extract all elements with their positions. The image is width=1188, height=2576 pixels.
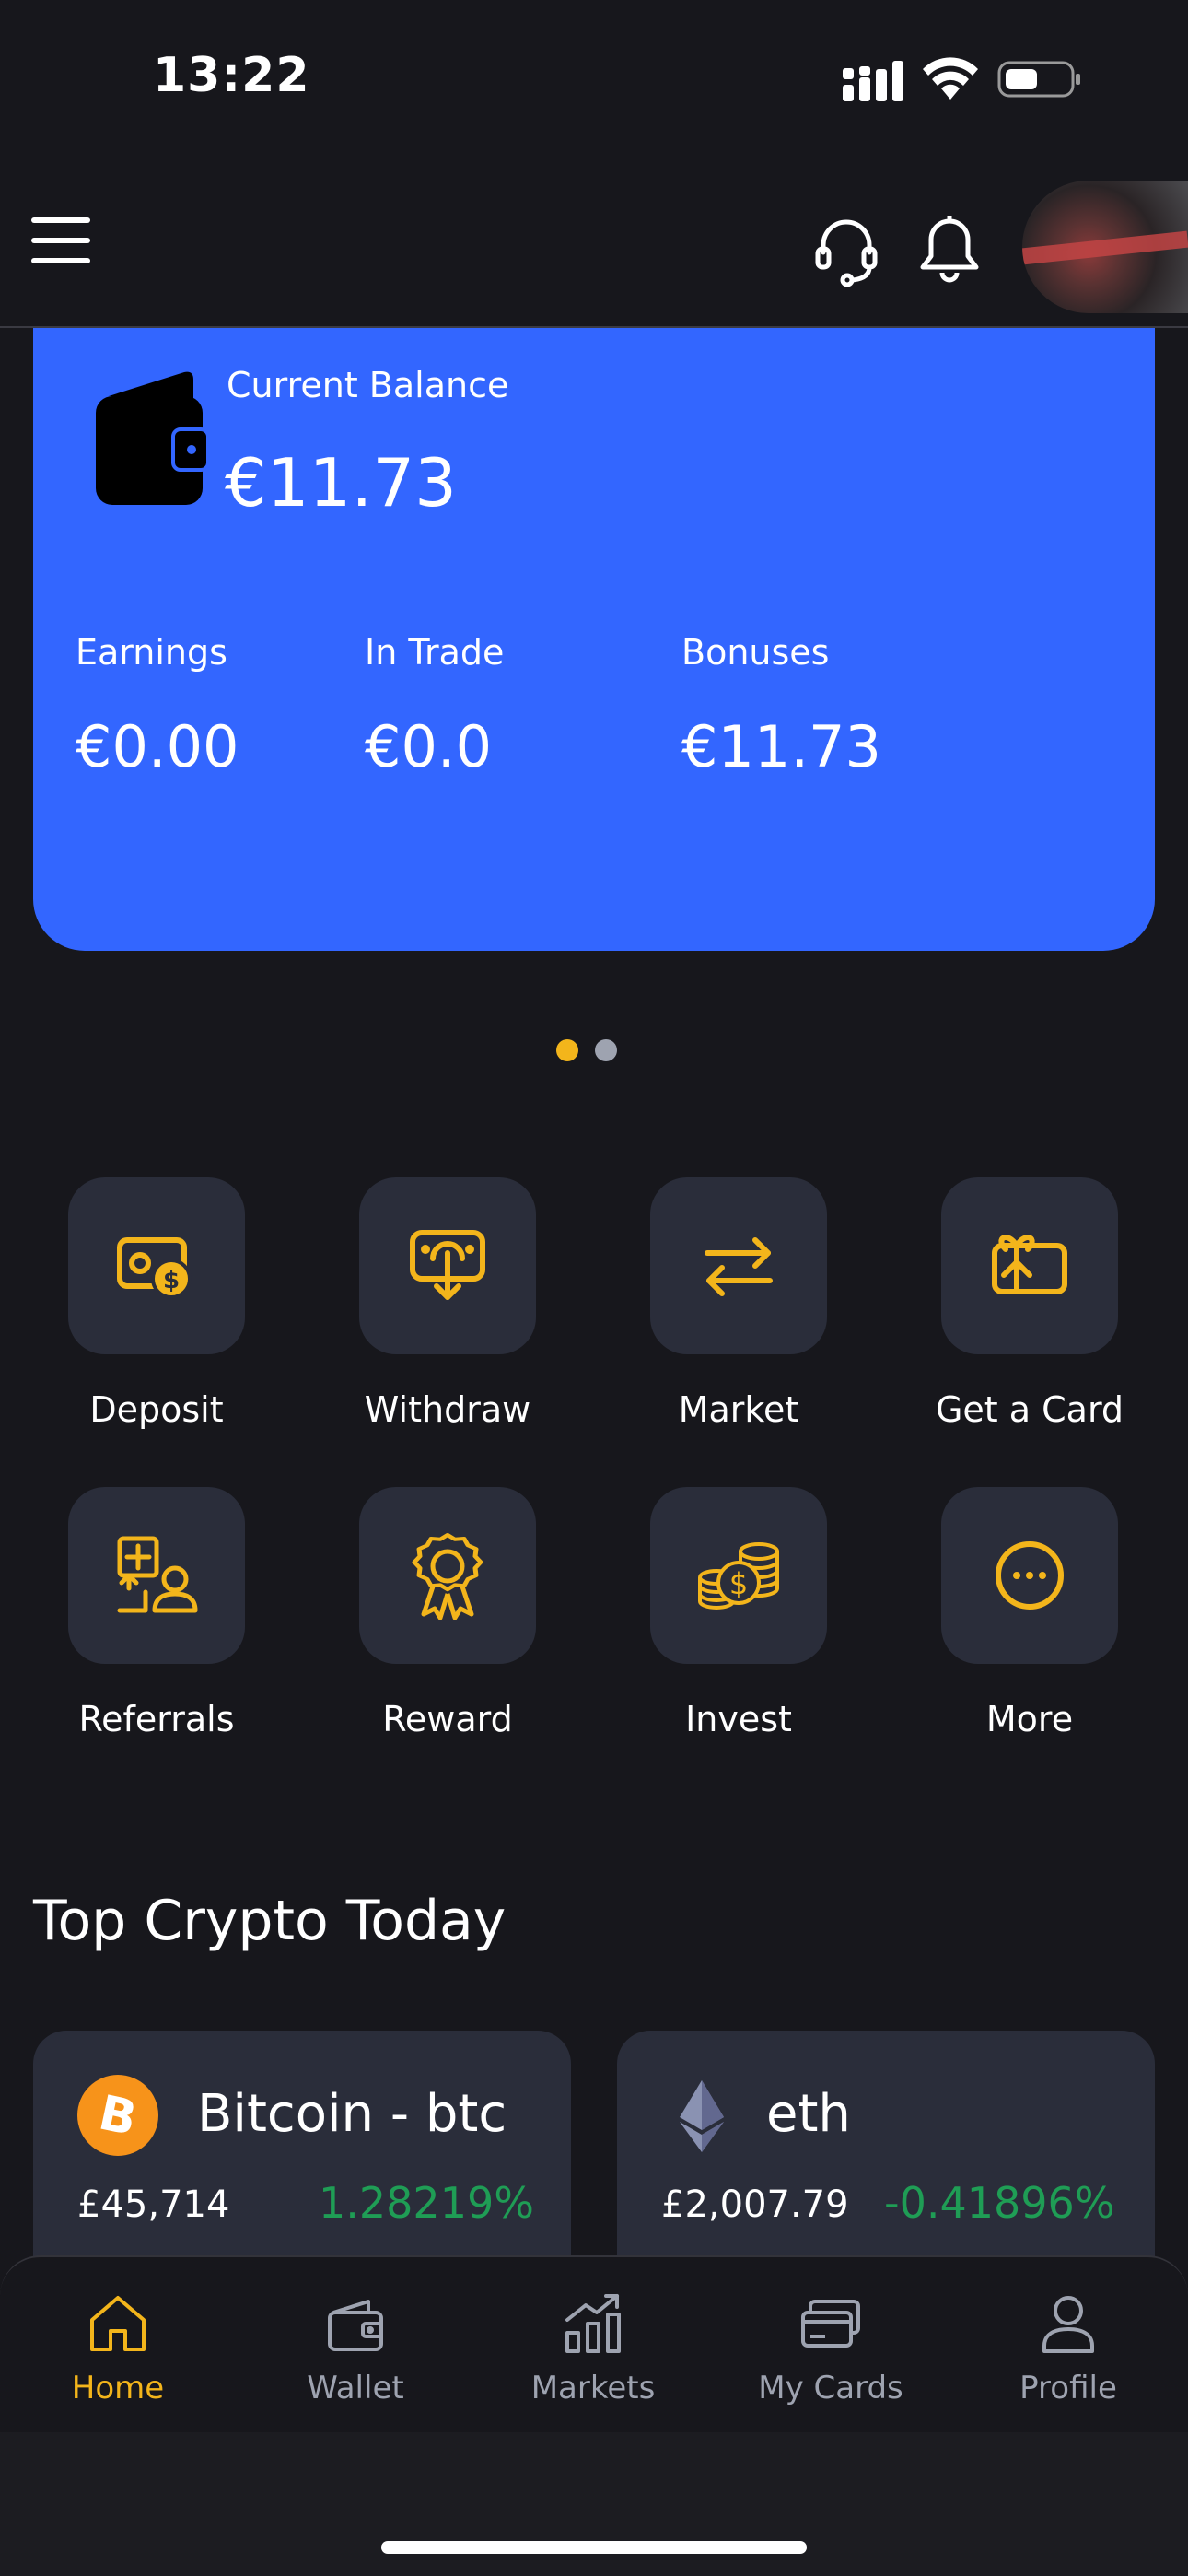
coin-name: Bitcoin - btc	[197, 2084, 507, 2144]
cards-icon	[801, 2300, 860, 2348]
nav-label: Wallet	[307, 2370, 404, 2406]
market-tile[interactable]	[650, 1177, 827, 1354]
cellular-signal-icon	[843, 61, 903, 101]
section-title-top-crypto: Top Crypto Today	[33, 1889, 507, 1953]
gift-card-icon	[992, 1235, 1067, 1294]
svg-text:$: $	[729, 1566, 748, 1601]
balance-amount: €11.73	[225, 444, 457, 521]
home-indicator[interactable]	[381, 2541, 807, 2554]
balance-card[interactable]: Current Balance €11.73 Earnings €0.00 In…	[33, 328, 1155, 951]
action-get-a-card[interactable]: Get a Card	[919, 1177, 1140, 1430]
nav-label: Markets	[530, 2370, 656, 2406]
ethereum-icon	[680, 2080, 724, 2152]
nav-markets[interactable]: Markets	[483, 2290, 704, 2406]
coins-icon: $	[698, 1542, 779, 1610]
bottom-nav: Home Wallet Markets My Cards Profile	[0, 2255, 1188, 2432]
action-label: Get a Card	[935, 1389, 1124, 1430]
action-referrals[interactable]: Referrals	[46, 1487, 267, 1739]
deposit-tile[interactable]: $	[68, 1177, 245, 1354]
action-label: Deposit	[89, 1389, 224, 1430]
nav-my-cards[interactable]: My Cards	[720, 2290, 941, 2406]
coin-price: £2,007.79	[661, 2184, 849, 2226]
action-label: Referrals	[78, 1699, 235, 1739]
stat-label: Earnings	[76, 632, 227, 673]
action-more[interactable]: More	[919, 1487, 1140, 1739]
wallet-icon	[328, 2300, 383, 2351]
more-icon	[996, 1541, 1064, 1610]
coin-change: 1.28219%	[319, 2178, 534, 2228]
nav-label: Profile	[1019, 2370, 1117, 2406]
action-reward[interactable]: Reward	[337, 1487, 558, 1739]
get-a-card-tile[interactable]	[941, 1177, 1118, 1354]
referrals-tile[interactable]	[68, 1487, 245, 1664]
deposit-icon: $	[117, 1237, 192, 1299]
stat-label: Bonuses	[681, 632, 830, 673]
nav-label: My Cards	[758, 2370, 903, 2406]
referrals-icon	[117, 1536, 198, 1613]
more-tile[interactable]	[941, 1487, 1118, 1664]
reward-tile[interactable]	[359, 1487, 536, 1664]
action-withdraw[interactable]: Withdraw	[337, 1177, 558, 1430]
status-time: 13:22	[153, 48, 310, 103]
wallet-icon	[96, 371, 210, 505]
home-icon	[90, 2296, 146, 2351]
award-icon	[412, 1533, 483, 1620]
invest-tile[interactable]: $	[650, 1487, 827, 1664]
wifi-icon	[923, 57, 978, 100]
bitcoin-icon: B	[77, 2075, 158, 2156]
action-invest[interactable]: $ Invest	[628, 1487, 849, 1739]
bell-icon[interactable]	[917, 214, 982, 287]
stat-in-trade: In Trade €0.0	[365, 632, 504, 780]
battery-icon	[997, 61, 1080, 98]
carousel-dot-active[interactable]	[556, 1039, 578, 1061]
action-label: Reward	[382, 1699, 513, 1739]
action-label: More	[985, 1699, 1074, 1739]
markets-icon	[565, 2294, 621, 2353]
action-market[interactable]: Market	[628, 1177, 849, 1430]
stat-value: €0.0	[365, 713, 493, 780]
withdraw-tile[interactable]	[359, 1177, 536, 1354]
carousel-indicator	[553, 1039, 635, 1063]
stat-label: In Trade	[365, 632, 505, 673]
action-label: Market	[678, 1389, 799, 1430]
coin-change: -0.41896%	[884, 2178, 1115, 2228]
nav-label: Home	[71, 2370, 165, 2406]
action-deposit[interactable]: $ Deposit	[46, 1177, 267, 1430]
action-label: Withdraw	[364, 1389, 531, 1430]
swap-arrows-icon	[705, 1237, 773, 1296]
nav-wallet[interactable]: Wallet	[245, 2290, 466, 2406]
stat-value: €11.73	[681, 713, 881, 780]
headset-icon[interactable]	[814, 214, 879, 287]
hamburger-menu-icon[interactable]	[31, 217, 90, 269]
nav-home[interactable]: Home	[7, 2290, 228, 2406]
status-bar: 13:22	[0, 0, 1188, 157]
stat-value: €0.00	[76, 713, 239, 780]
bottom-safe-area	[0, 2432, 1188, 2576]
stat-bonuses: Bonuses €11.73	[681, 632, 881, 780]
app-header	[0, 175, 1188, 328]
svg-text:$: $	[163, 1267, 180, 1294]
coin-name: eth	[766, 2084, 851, 2144]
nav-profile[interactable]: Profile	[958, 2290, 1179, 2406]
stat-earnings: Earnings €0.00	[76, 632, 239, 780]
carousel-dot[interactable]	[595, 1039, 617, 1061]
profile-icon	[1042, 2296, 1094, 2353]
avatar[interactable]	[1022, 181, 1188, 313]
withdraw-icon	[410, 1230, 485, 1300]
coin-price: £45,714	[77, 2184, 230, 2226]
balance-label: Current Balance	[227, 365, 509, 405]
action-label: Invest	[685, 1699, 792, 1739]
